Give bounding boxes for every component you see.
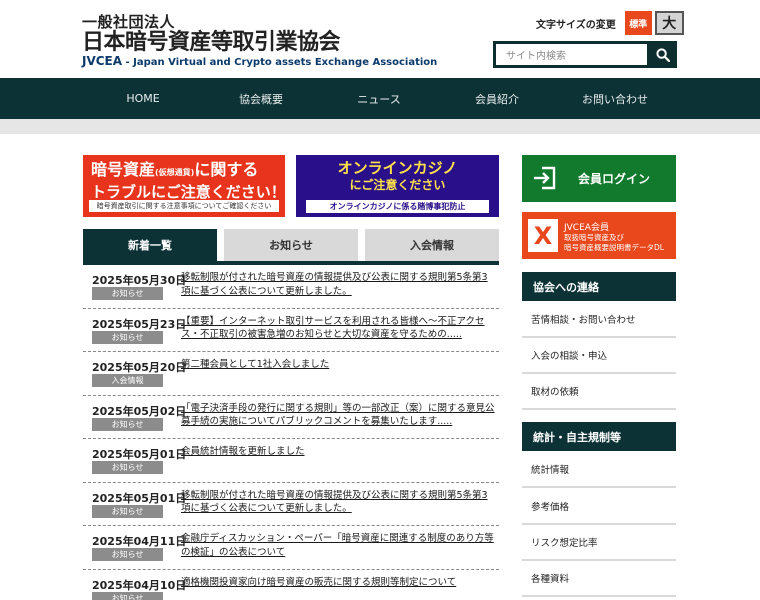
nav-item-news[interactable]: ニュース <box>320 78 438 119</box>
news-row: 2025年04月10日 お知らせ 適格機関投資家向け暗号資産の販売に関する規則等… <box>83 570 499 600</box>
news-date: 2025年05月20日 <box>92 361 187 374</box>
jvcea-banner-desc: 取扱暗号資産及び 暗号資産概要説明書データDL <box>564 233 664 253</box>
site-search: サイト内検索 <box>493 41 677 68</box>
nav-item-about[interactable]: 協会概要 <box>202 78 320 119</box>
news-category-badge: お知らせ <box>92 417 163 431</box>
news-title-link[interactable]: 会員統計情報を更新しました <box>181 445 497 459</box>
crypto-trouble-banner[interactable]: 暗号資産(仮想通貨)に関する トラブルにご注意ください！ 暗号資産取引に関する注… <box>83 155 286 217</box>
jvcea-banner-line1: 取扱暗号資産及び <box>564 233 624 242</box>
site-logo[interactable]: 一般社団法人 日本暗号資産等取引業協会 JVCEA - Japan Virtua… <box>82 13 437 69</box>
font-size-large-button[interactable]: 大 <box>654 11 684 35</box>
site-header: 一般社団法人 日本暗号資産等取引業協会 JVCEA - Japan Virtua… <box>0 0 760 78</box>
news-row: 2025年05月20日 入会情報 第二種会員として1社入会しました <box>83 352 499 396</box>
sidebar-item-risk-ratio[interactable]: リスク想定比率 <box>522 525 676 561</box>
jvcea-banner-line2: 暗号資産概要説明書データDL <box>564 243 664 252</box>
sidebar-item-reference-price[interactable]: 参考価格 <box>522 489 676 525</box>
crypto-banner-title: 暗号資産(仮想通貨)に関する <box>85 157 283 183</box>
sidebar-item-complaints[interactable]: 苦情相談・お問い合わせ <box>522 302 676 338</box>
font-size-label: 文字サイズの変更 <box>536 19 616 31</box>
news-category-badge: お知らせ <box>92 330 163 344</box>
casino-banner-bar: オンラインカジノに係る賭博事犯防止 <box>306 200 489 213</box>
tab-notices[interactable]: お知らせ <box>224 229 358 261</box>
search-icon <box>656 47 670 62</box>
sidebar-item-documents[interactable]: 各種資料 <box>522 561 676 597</box>
nav-item-members[interactable]: 会員紹介 <box>438 78 556 119</box>
news-category-badge: お知らせ <box>92 548 163 561</box>
search-button[interactable] <box>649 41 677 68</box>
stats-heading: 統計・自主規制等 <box>522 422 676 451</box>
search-input[interactable]: サイト内検索 <box>496 44 647 65</box>
sidebar-item-statistics[interactable]: 統計情報 <box>522 452 676 488</box>
news-tabs: 新着一覧 お知らせ 入会情報 <box>83 229 499 265</box>
casino-banner-subtitle: にご注意ください <box>349 178 446 192</box>
news-date: 2025年05月01日 <box>92 491 187 505</box>
news-title-link[interactable]: 適格機関投資家向け暗号資産の販売に関する規則等制定について <box>181 576 497 590</box>
news-category-badge: お知らせ <box>92 287 163 300</box>
jvcea-banner-title: JVCEA会員 <box>564 223 609 233</box>
logo-line1: 一般社団法人 <box>82 13 176 31</box>
tab-new-arrivals[interactable]: 新着一覧 <box>83 229 217 261</box>
contact-heading: 協会への連絡 <box>522 272 676 301</box>
online-casino-banner[interactable]: オンラインカジノ にご注意ください オンラインカジノに係る賭博事犯防止 <box>296 155 499 217</box>
news-title-link[interactable]: 「電子決済手段の発行に関する規則」等の一部改正（案）に関する意見公募手続の実施に… <box>181 402 497 429</box>
news-title-link[interactable]: 金融庁ディスカッション・ペーパー「暗号資産に関連する制度のあり方等の検証」の公表… <box>181 532 497 559</box>
news-category-badge: お知らせ <box>92 591 163 600</box>
jvcea-data-download-banner[interactable]: X JVCEA会員 取扱暗号資産及び 暗号資産概要説明書データDL <box>522 212 676 259</box>
main-nav: HOME 協会概要 ニュース 会員紹介 お問い合わせ <box>0 78 760 119</box>
font-size-standard-button[interactable]: 標準 <box>624 11 652 35</box>
crypto-banner-title-small: (仮想通貨) <box>155 168 195 177</box>
news-row: 2025年04月11日 お知らせ 金融庁ディスカッション・ペーパー「暗号資産に関… <box>83 526 499 570</box>
login-icon <box>534 166 556 190</box>
member-login-button[interactable]: 会員ログイン <box>522 155 676 202</box>
excel-icon: X <box>528 219 558 252</box>
news-date: 2025年05月01日 <box>92 448 187 461</box>
logo-english-text: - Japan Virtual and Crypto assets Exchan… <box>122 57 438 68</box>
logo-english: JVCEA - Japan Virtual and Crypto assets … <box>82 54 437 69</box>
news-row: 2025年05月30日 お知らせ 移転制限が付された暗号資産の情報提供及び公表に… <box>83 265 499 309</box>
news-date: 2025年05月23日 <box>92 317 187 331</box>
tab-membership-info[interactable]: 入会情報 <box>365 229 499 261</box>
news-date: 2025年05月30日 <box>92 274 187 287</box>
nav-item-contact[interactable]: お問い合わせ <box>556 78 674 119</box>
news-date: 2025年04月10日 <box>92 578 187 592</box>
logo-line2: 日本暗号資産等取引業協会 <box>82 30 341 55</box>
news-row: 2025年05月01日 お知らせ 会員統計情報を更新しました <box>83 439 499 483</box>
nav-divider-band <box>0 119 760 134</box>
news-title-link[interactable]: 【重要】インターネット取引サービスを利用される皆様へ～不正アクセス・不正取引の被… <box>181 315 497 342</box>
logo-abbr: JVCEA <box>82 54 123 68</box>
login-label: 会員ログイン <box>578 172 651 186</box>
casino-banner-title: オンラインカジノ <box>337 159 458 177</box>
news-list: 2025年05月30日 お知らせ 移転制限が付された暗号資産の情報提供及び公表に… <box>83 265 499 600</box>
crypto-banner-title-line2: トラブルにご注意ください！ <box>91 183 286 201</box>
news-date: 2025年05月02日 <box>92 404 187 418</box>
font-size-switcher: 文字サイズの変更 標準 大 <box>536 11 684 35</box>
news-date: 2025年04月11日 <box>92 535 187 548</box>
sidebar-item-membership-apply[interactable]: 入会の相談・申込 <box>522 338 676 374</box>
news-category-badge: 入会情報 <box>92 374 163 387</box>
news-row: 2025年05月01日 お知らせ 移転制限が付された暗号資産の情報提供及び公表に… <box>83 483 499 526</box>
news-category-badge: お知らせ <box>92 504 163 518</box>
news-title-link[interactable]: 移転制限が付された暗号資産の情報提供及び公表に関する規則第5条第3項に基づく公表… <box>181 489 497 516</box>
news-title-link[interactable]: 移転制限が付された暗号資産の情報提供及び公表に関する規則第5条第3項に基づく公表… <box>181 271 497 298</box>
crypto-banner-title-b: に関する <box>194 160 259 179</box>
sidebar-item-press[interactable]: 取材の依頼 <box>522 374 676 410</box>
news-title-link[interactable]: 第二種会員として1社入会しました <box>181 358 497 372</box>
news-row: 2025年05月02日 お知らせ 「電子決済手段の発行に関する規則」等の一部改正… <box>83 396 499 439</box>
news-category-badge: お知らせ <box>92 461 163 474</box>
crypto-banner-subtitle: 暗号資産取引に関する注意事項についてご確認ください <box>89 200 279 212</box>
news-row: 2025年05月23日 お知らせ 【重要】インターネット取引サービスを利用される… <box>83 309 499 352</box>
crypto-banner-title-a: 暗号資産 <box>91 160 156 179</box>
nav-item-home[interactable]: HOME <box>84 78 202 119</box>
